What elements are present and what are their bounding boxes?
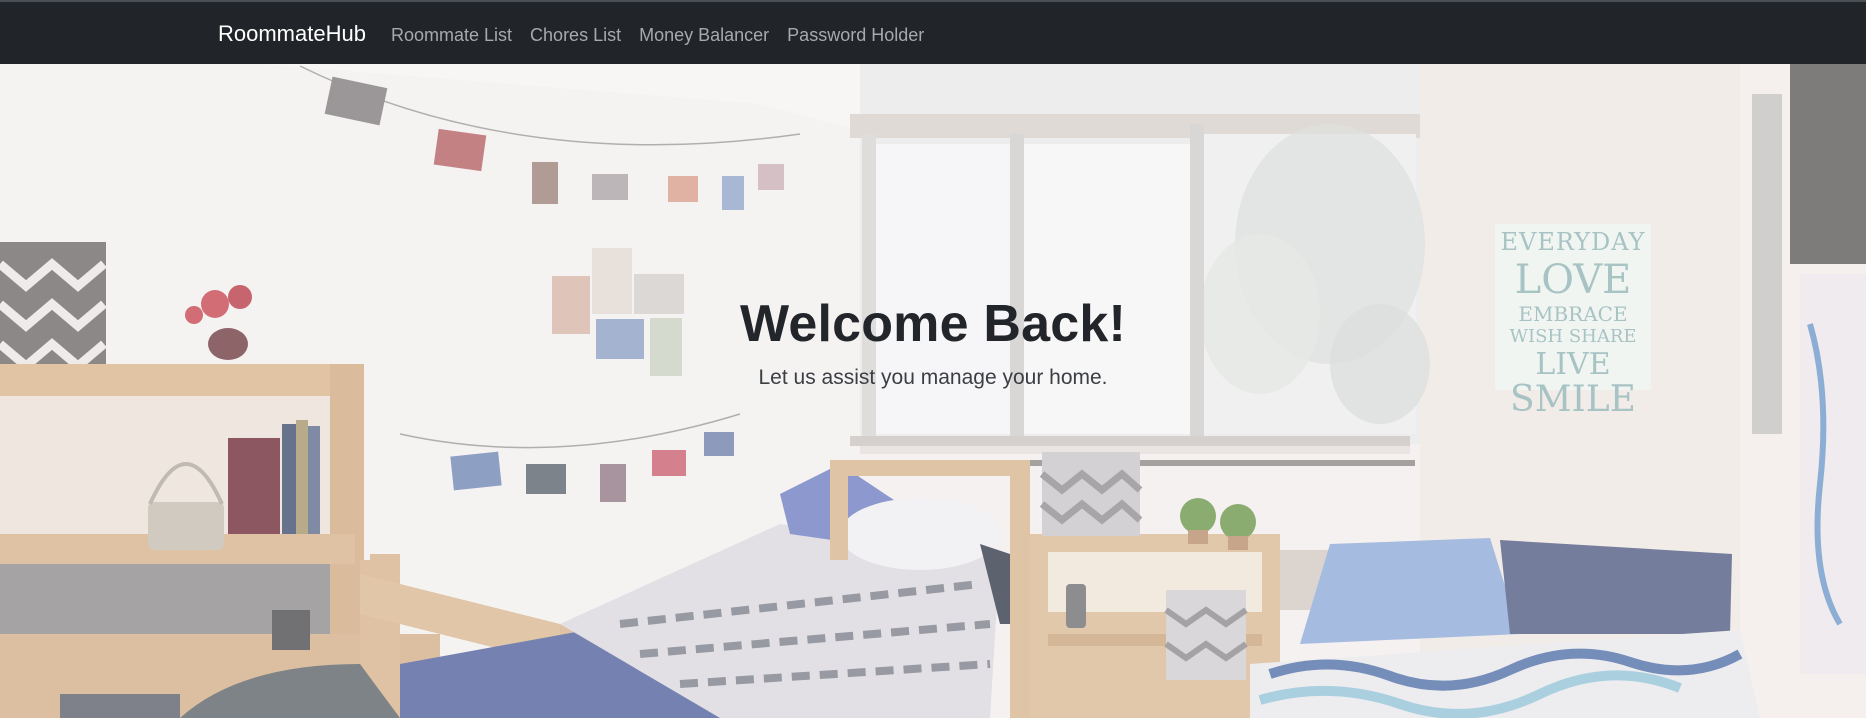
nav-links: Roommate List Chores List Money Balancer… bbox=[391, 25, 924, 46]
hero-section: EVERYDAY LOVE EMBRACE WISH SHARE LIVE SM… bbox=[0, 64, 1866, 718]
hero-subtitle: Let us assist you manage your home. bbox=[758, 366, 1108, 389]
nav-link-money-balancer[interactable]: Money Balancer bbox=[639, 25, 769, 46]
nav-link-chores-list[interactable]: Chores List bbox=[530, 25, 621, 46]
hero-title: Welcome Back! bbox=[739, 295, 1127, 353]
top-navbar: RoommateHub Roommate List Chores List Mo… bbox=[0, 0, 1866, 64]
brand-link[interactable]: RoommateHub bbox=[218, 21, 366, 47]
nav-link-roommate-list[interactable]: Roommate List bbox=[391, 25, 512, 46]
hero-overlay bbox=[0, 64, 1866, 718]
nav-link-password-holder[interactable]: Password Holder bbox=[787, 25, 924, 46]
